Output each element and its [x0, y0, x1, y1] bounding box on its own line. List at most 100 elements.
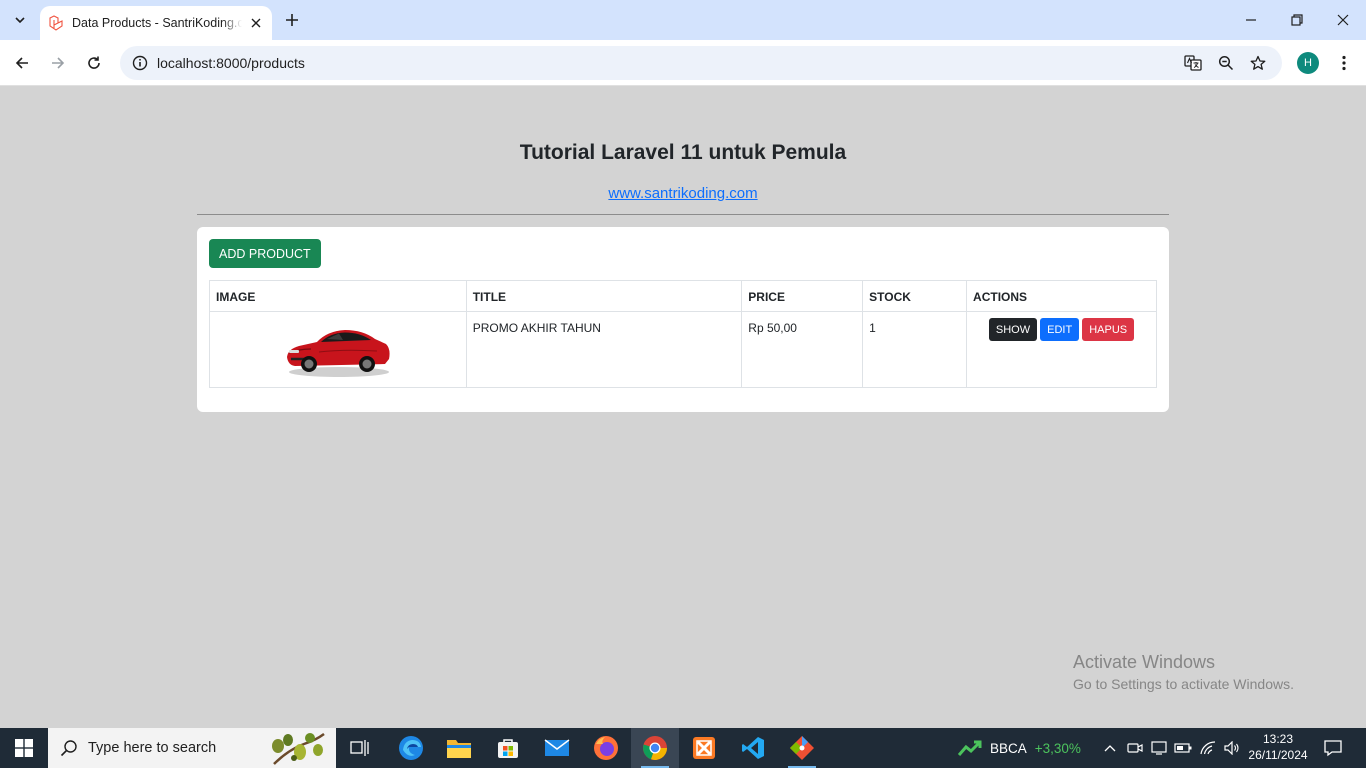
cell-stock: 1 — [862, 311, 968, 388]
search-icon — [60, 740, 77, 757]
firefox-icon — [594, 736, 618, 760]
speaker-icon — [1224, 741, 1239, 755]
meet-now-tray[interactable] — [1124, 728, 1146, 768]
tab-title: Data Products - SantriKoding.com — [72, 16, 242, 30]
arrow-left-icon — [15, 57, 28, 69]
column-header-image: IMAGE — [209, 280, 467, 312]
table-header-row: IMAGE TITLE PRICE STOCK ACTIONS — [209, 280, 1157, 312]
firefox-app[interactable] — [582, 728, 630, 768]
edge-app[interactable] — [387, 728, 435, 768]
watermark-title: Activate Windows — [1073, 652, 1216, 672]
notification-icon — [1324, 740, 1342, 757]
edge-icon — [399, 736, 423, 760]
olive-branch-icon — [272, 732, 325, 765]
browser-toolbar: localhost:8000/products H — [0, 40, 1366, 86]
plus-icon — [286, 14, 298, 26]
cell-image — [209, 311, 467, 388]
cell-price: Rp 50,00 — [741, 311, 864, 388]
chrome-app[interactable] — [631, 728, 679, 768]
column-header-stock: STOCK — [862, 280, 968, 312]
reload-button[interactable] — [80, 49, 108, 77]
screen-icon — [1151, 741, 1167, 755]
tab-search-button[interactable] — [8, 6, 32, 34]
file-explorer-app[interactable] — [435, 728, 483, 768]
edit-button[interactable]: EDIT — [1040, 318, 1080, 341]
search-placeholder: Type here to search — [88, 740, 217, 756]
show-hidden-icons-button[interactable] — [1100, 728, 1120, 768]
taskbar-search-box[interactable]: Type here to search — [48, 728, 336, 768]
battery-icon — [1174, 743, 1192, 753]
task-view-button[interactable] — [336, 728, 384, 768]
site-link[interactable]: www.santrikoding.com — [608, 185, 757, 202]
xampp-icon — [693, 737, 715, 759]
site-link-wrapper: www.santrikoding.com — [0, 185, 1366, 202]
minimize-button[interactable] — [1228, 0, 1274, 40]
taskbar-clock[interactable]: 13:23 26/11/2024 — [1245, 731, 1311, 763]
divider — [197, 214, 1169, 215]
stock-trend-icon — [958, 740, 982, 756]
column-header-title: TITLE — [465, 280, 743, 312]
chevron-up-icon — [1104, 745, 1116, 752]
git-gui-app[interactable] — [778, 728, 826, 768]
task-view-icon — [350, 740, 369, 756]
add-product-button[interactable]: ADD PRODUCT — [209, 239, 321, 268]
arrow-right-icon — [52, 57, 65, 69]
clock-time: 13:23 — [1262, 732, 1294, 746]
network-tray[interactable] — [1196, 728, 1220, 768]
stock-widget[interactable]: BBCA +3,30% — [958, 728, 1081, 768]
cell-actions: SHOW EDIT HAPUS — [966, 311, 1157, 388]
clock-date: 26/11/2024 — [1248, 748, 1308, 762]
cell-title: PROMO AKHIR TAHUN — [465, 311, 743, 388]
notification-center-button[interactable] — [1318, 728, 1348, 768]
mail-app[interactable] — [533, 728, 581, 768]
page-title: Tutorial Laravel 11 untuk Pemula — [519, 141, 847, 164]
site-info-icon[interactable] — [128, 51, 152, 75]
translate-icon[interactable] — [1181, 51, 1205, 75]
close-icon — [1337, 14, 1349, 26]
start-button[interactable] — [0, 728, 48, 768]
wifi-icon — [1200, 741, 1216, 755]
restore-icon — [1291, 14, 1303, 26]
products-card: ADD PRODUCT IMAGE TITLE PRICE STOCK ACTI… — [197, 227, 1169, 412]
show-button[interactable]: SHOW — [988, 318, 1038, 341]
vscode-app[interactable] — [729, 728, 777, 768]
screen-tray[interactable] — [1148, 728, 1170, 768]
column-header-actions: ACTIONS — [966, 280, 1157, 312]
bookmark-star-icon[interactable] — [1246, 51, 1270, 75]
git-icon — [790, 736, 814, 760]
browser-tab-active[interactable]: Data Products - SantriKoding.com — [40, 6, 272, 40]
delete-button[interactable]: HAPUS — [1082, 318, 1135, 341]
more-vertical-icon — [1342, 55, 1346, 71]
chevron-down-icon — [15, 17, 25, 24]
chrome-icon — [643, 736, 667, 760]
address-bar[interactable]: localhost:8000/products — [120, 46, 1282, 80]
products-table: IMAGE TITLE PRICE STOCK ACTIONS PROMO AK… — [209, 280, 1157, 388]
minimize-icon — [1246, 19, 1256, 21]
back-button[interactable] — [8, 49, 36, 77]
watermark-subtitle: Go to Settings to activate Windows. — [1073, 676, 1294, 692]
new-tab-button[interactable] — [280, 8, 304, 32]
windows-taskbar: Type here to search BBCA +3,30% 13:23 26… — [0, 728, 1366, 768]
stock-change: +3,30% — [1034, 740, 1081, 756]
restore-button[interactable] — [1274, 0, 1320, 40]
xampp-app[interactable] — [680, 728, 728, 768]
vscode-icon — [742, 737, 764, 759]
row-actions: SHOW EDIT HAPUS — [973, 318, 1150, 341]
store-app[interactable] — [484, 728, 532, 768]
windows-logo-icon — [15, 739, 33, 757]
activate-windows-watermark: Activate Windows Go to Settings to activ… — [1073, 652, 1294, 692]
window-close-button[interactable] — [1320, 0, 1366, 40]
zoom-icon[interactable] — [1214, 51, 1238, 75]
reload-icon — [88, 56, 100, 69]
close-icon[interactable] — [248, 15, 264, 31]
forward-button[interactable] — [44, 49, 72, 77]
profile-avatar[interactable]: H — [1297, 52, 1319, 74]
column-header-price: PRICE — [741, 280, 864, 312]
volume-tray[interactable] — [1220, 728, 1244, 768]
table-row: PROMO AKHIR TAHUN Rp 50,00 1 SHOW EDIT H… — [209, 311, 1157, 388]
red-car-image — [210, 312, 466, 386]
stock-ticker: BBCA — [990, 740, 1027, 756]
mail-icon — [544, 739, 570, 756]
battery-tray[interactable] — [1172, 728, 1194, 768]
browser-menu-button[interactable] — [1330, 49, 1358, 77]
